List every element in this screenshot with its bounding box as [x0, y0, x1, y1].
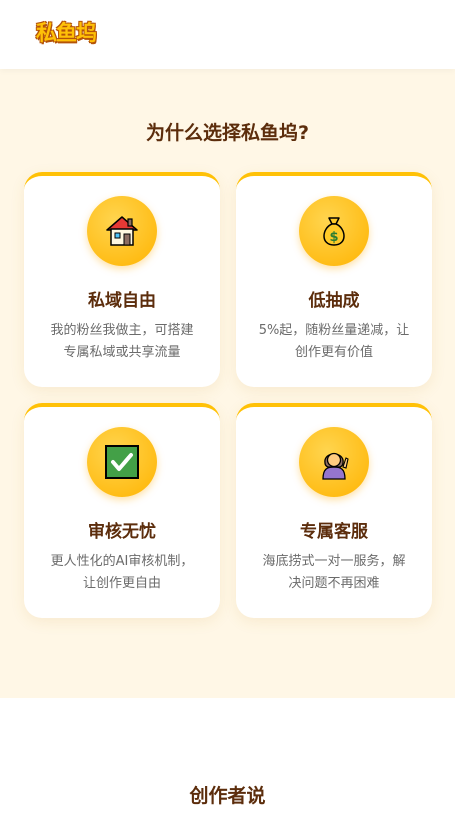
top-header: 私鱼坞 [0, 0, 455, 69]
check-mark-icon [87, 427, 157, 497]
features-title: 为什么选择私鱼坞? [145, 122, 310, 144]
feature-card-review: 审核无忧 更人性化的AI审核机制，让创作更自由 [24, 403, 220, 618]
card-title: 专属客服 [300, 522, 368, 542]
card-title: 私域自由 [88, 291, 156, 311]
feature-card-low-commission: $ 低抽成 5%起，随粉丝量递减，让创作更有价值 [236, 172, 432, 387]
card-description: 5%起，随粉丝量递减，让创作更有价值 [258, 323, 410, 360]
house-icon [87, 196, 157, 266]
support-person-icon [299, 427, 369, 497]
feature-card-customer-service: 专属客服 海底捞式一对一服务，解决问题不再困难 [236, 403, 432, 618]
card-title: 审核无忧 [88, 522, 156, 542]
card-description: 更人性化的AI审核机制，让创作更自由 [50, 554, 194, 591]
site-logo[interactable]: 私鱼坞 [36, 17, 97, 47]
feature-card-private-domain: 私域自由 我的粉丝我做主，可搭建专属私域或共享流量 [24, 172, 220, 387]
card-title: 低抽成 [308, 291, 360, 311]
svg-text:$: $ [329, 230, 338, 245]
money-bag-icon: $ [299, 196, 369, 266]
creators-section-title: 创作者说 [189, 785, 266, 807]
card-description: 我的粉丝我做主，可搭建专属私域或共享流量 [50, 323, 194, 360]
card-description: 海底捞式一对一服务，解决问题不再困难 [262, 554, 406, 591]
